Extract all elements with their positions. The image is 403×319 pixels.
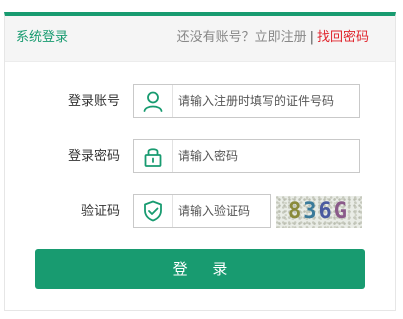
- no-account-text: 还没有账号？: [176, 30, 255, 45]
- captcha-char: 3: [303, 199, 319, 224]
- shield-check-icon: [134, 195, 173, 227]
- account-field: [133, 84, 360, 118]
- captcha-text: 836G: [288, 199, 349, 225]
- login-button[interactable]: 登 录: [35, 249, 365, 289]
- login-header: 系统登录 还没有账号？立即注册 | 找回密码: [5, 16, 395, 62]
- captcha-char: 8: [288, 199, 304, 224]
- forgot-password-link[interactable]: 找回密码: [317, 30, 369, 45]
- captcha-field: [133, 194, 271, 228]
- register-link[interactable]: 立即注册: [255, 30, 307, 45]
- header-links: 还没有账号？立即注册 | 找回密码: [177, 30, 369, 46]
- captcha-image[interactable]: 836G: [276, 196, 362, 228]
- captcha-char: 6: [318, 199, 334, 224]
- account-input[interactable]: [174, 85, 358, 117]
- lock-icon: [134, 140, 173, 172]
- password-label: 登录密码: [67, 149, 120, 164]
- user-icon: [134, 85, 173, 117]
- password-field: [133, 139, 360, 173]
- captcha-label: 验证码: [80, 204, 120, 219]
- password-input[interactable]: [174, 140, 358, 172]
- login-title: 系统登录: [16, 30, 69, 45]
- link-separator: |: [309, 30, 314, 45]
- account-label: 登录账号: [67, 94, 120, 109]
- captcha-input[interactable]: [174, 195, 270, 227]
- captcha-char: G: [333, 199, 349, 224]
